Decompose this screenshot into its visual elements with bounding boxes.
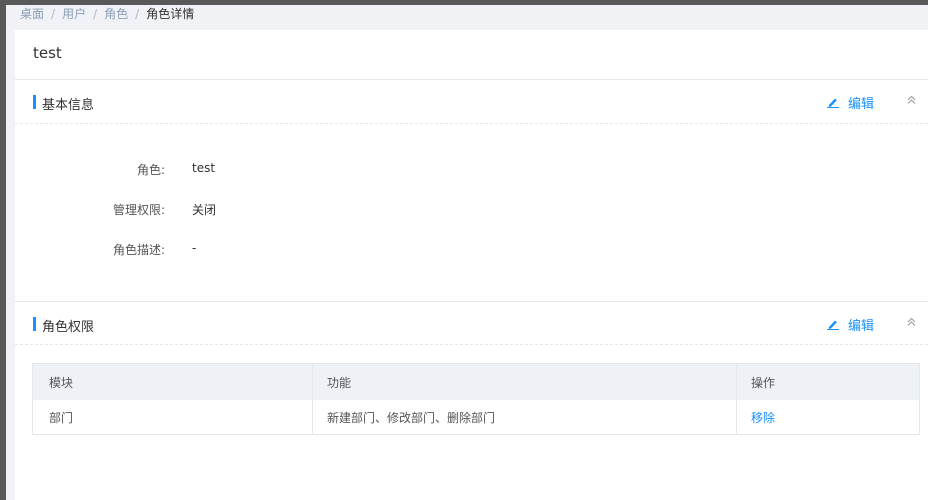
field-value: test <box>192 161 216 175</box>
column-header-function: 功能 <box>327 375 352 390</box>
permissions-table: 模块 功能 操作 部门 新建部门、修改部门、删除部门 移除 <box>32 363 920 435</box>
divider <box>15 79 928 80</box>
section-accent-bar <box>33 317 36 331</box>
column-header-action: 操作 <box>751 375 776 390</box>
field-row-description: 角色描述: - <box>15 241 415 259</box>
page-title: test <box>33 44 62 62</box>
divider-dashed <box>15 344 928 345</box>
cell-functions: 新建部门、修改部门、删除部门 <box>327 410 496 425</box>
basic-info-header: 基本信息 编辑 <box>15 92 928 114</box>
collapse-icon[interactable] <box>907 317 916 327</box>
edit-label: 编辑 <box>848 319 875 334</box>
remove-link[interactable]: 移除 <box>751 400 775 434</box>
section-accent-bar <box>33 95 36 109</box>
column-divider <box>312 364 313 434</box>
window-frame-top <box>0 0 928 5</box>
edit-label: 编辑 <box>848 97 875 112</box>
permissions-header: 角色权限 编辑 <box>15 314 928 336</box>
collapse-icon[interactable] <box>907 95 916 105</box>
breadcrumb-separator: / <box>135 7 140 21</box>
breadcrumb-item-roles[interactable]: 角色 <box>104 7 128 21</box>
divider <box>15 301 928 302</box>
divider-dashed <box>15 123 928 124</box>
field-label: 角色描述: <box>112 243 165 257</box>
breadcrumb-separator: / <box>93 7 98 21</box>
breadcrumb-item-desktop[interactable]: 桌面 <box>20 7 44 21</box>
permissions-title: 角色权限 <box>42 320 95 335</box>
breadcrumb-separator: / <box>51 7 56 21</box>
table-row: 部门 新建部门、修改部门、删除部门 移除 <box>33 400 919 434</box>
field-value: - <box>192 241 197 255</box>
breadcrumb-item-users[interactable]: 用户 <box>62 7 86 21</box>
breadcrumb: 桌面 / 用户 / 角色 / 角色详情 <box>20 6 194 22</box>
field-row-admin-permission: 管理权限: 关闭 <box>15 201 415 219</box>
column-header-module: 模块 <box>49 375 74 390</box>
window-frame-left <box>0 0 6 500</box>
basic-info-title: 基本信息 <box>42 98 95 113</box>
field-value: 关闭 <box>192 203 217 217</box>
table-header: 模块 功能 操作 <box>33 364 919 400</box>
field-row-role: 角色: test <box>15 161 415 179</box>
field-label: 角色: <box>136 163 165 177</box>
column-divider <box>736 364 737 434</box>
permissions-edit-button[interactable]: 编辑 <box>827 315 874 334</box>
edit-icon <box>827 320 839 330</box>
edit-icon <box>827 98 839 108</box>
field-label: 管理权限: <box>112 203 165 217</box>
basic-info-edit-button[interactable]: 编辑 <box>827 93 874 112</box>
breadcrumb-current: 角色详情 <box>146 7 195 21</box>
role-detail-panel: test 基本信息 编辑 角色: test 管理权限: 关闭 角色描述: - 角 <box>15 30 928 500</box>
cell-module: 部门 <box>49 410 74 425</box>
